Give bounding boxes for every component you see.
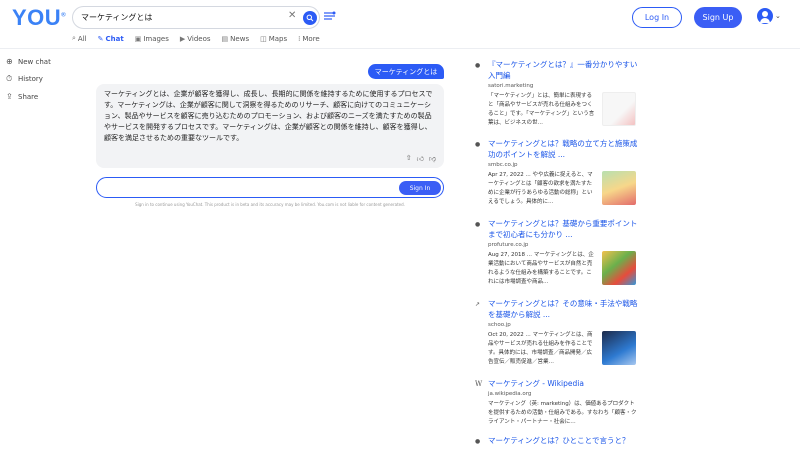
tab-images[interactable]: ▣ Images — [135, 34, 169, 43]
thumbs-down-icon[interactable]: 👎︎ — [429, 154, 436, 163]
tab-chat[interactable]: ✎ Chat — [98, 34, 124, 43]
result-item: ● マーケティングとは？ひとことで言うと？ — [475, 435, 640, 446]
result-title[interactable]: マーケティングとは？基礎から重要ポイントまで初心者にも分かり ... — [488, 218, 640, 240]
chat-icon: ✎ — [97, 34, 104, 43]
tab-more[interactable]: ⁞ More — [298, 34, 320, 43]
search-bar[interactable]: マーケティングとは ✕ — [72, 6, 320, 29]
chat-input[interactable] — [105, 181, 385, 195]
news-icon: ▤ — [221, 34, 229, 43]
result-source[interactable]: schoo.jp — [488, 322, 640, 328]
sidebar-item-new-chat[interactable]: ⊕ New chat — [6, 57, 51, 66]
tab-all[interactable]: ⌕ All — [72, 34, 87, 43]
plus-icon: ⊕ — [6, 57, 13, 66]
map-icon: ◫ — [260, 34, 267, 43]
filter-icon[interactable] — [324, 11, 336, 21]
result-thumbnail[interactable] — [602, 92, 636, 126]
header-divider — [0, 48, 800, 49]
wikipedia-icon: W — [475, 380, 483, 388]
share-icon: ⇪ — [6, 92, 13, 101]
tab-videos[interactable]: ▶ Videos — [180, 34, 211, 43]
result-source[interactable]: ja.wikipedia.org — [488, 391, 640, 397]
search-icon: ⌕ — [72, 34, 76, 42]
you-logo[interactable]: YOU® — [12, 5, 66, 31]
account-menu[interactable]: ⌄ — [757, 8, 781, 24]
sidebar-item-history[interactable]: ⏱ History — [6, 74, 51, 84]
answer-text: マーケティングとは、企業が顧客を獲得し、成長し、長期的に関係を維持するために使用… — [104, 90, 433, 142]
chat-answer: マーケティングとは、企業が顧客を獲得し、成長し、長期的に関係を維持するために使用… — [96, 84, 444, 168]
signup-button[interactable]: Sign Up — [694, 7, 742, 28]
bullet-icon: ● — [475, 141, 481, 148]
result-title[interactable]: マーケティングとは？その意味・手法や戦略を基礎から解説 ... — [488, 298, 640, 320]
bullet-icon: ● — [475, 221, 481, 228]
grid-icon: ⁞ — [298, 34, 301, 43]
avatar-icon — [757, 8, 773, 24]
thumbs-up-icon[interactable]: 👍︎ — [417, 154, 424, 163]
login-button[interactable]: Log In — [632, 7, 682, 28]
clear-icon[interactable]: ✕ — [288, 10, 296, 21]
search-input[interactable]: マーケティングとは — [81, 12, 152, 23]
external-link-icon: ↗ — [475, 301, 481, 308]
result-snippet: 「マーケティング」とは、簡単に表現すると「商品やサービスが売れる仕組みをつくるこ… — [488, 93, 595, 126]
sidebar: ⊕ New chat ⏱ History ⇪ Share — [6, 57, 51, 101]
answer-actions: ⇧ 👍︎ 👎︎ — [406, 154, 436, 163]
sidebar-item-share[interactable]: ⇪ Share — [6, 92, 51, 101]
result-source[interactable]: satori.marketing — [488, 83, 640, 89]
signin-button[interactable]: Sign In — [399, 181, 441, 195]
result-snippet: Oct 20, 2022 ... マーケティングとは、商品やサービスが売れる仕組… — [488, 332, 593, 365]
result-title[interactable]: 『マーケティングとは？』一番分かりやすい入門編 — [488, 59, 640, 81]
result-source[interactable]: profuture.co.jp — [488, 242, 640, 248]
disclaimer-text: Sign in to continue using YouChat. This … — [135, 202, 405, 207]
result-snippet: Aug 27, 2018 ... マーケティングとは、企業活動において商品やサー… — [488, 252, 594, 285]
result-title[interactable]: マーケティングとは？戦略の立て方と施策成功のポイントを解説 ... — [488, 138, 640, 160]
chat-input-box[interactable]: Sign In — [96, 177, 444, 198]
result-thumbnail[interactable] — [602, 251, 636, 285]
bullet-icon: ● — [475, 62, 481, 69]
result-item: ● マーケティングとは？戦略の立て方と施策成功のポイントを解説 ... smbc… — [475, 138, 640, 218]
result-item: ● マーケティングとは？基礎から重要ポイントまで初心者にも分かり ... pro… — [475, 218, 640, 298]
play-icon: ▶ — [179, 34, 186, 43]
user-message: マーケティングとは — [368, 64, 444, 79]
search-results: ● 『マーケティングとは？』一番分かりやすい入門編 satori.marketi… — [475, 59, 640, 446]
result-item: W マーケティング - Wikipedia ja.wikipedia.org マ… — [475, 378, 640, 435]
result-thumbnail[interactable] — [602, 331, 636, 365]
search-tabs: ⌕ All ✎ Chat ▣ Images ▶ Videos ▤ News ◫ Maps ⁞… — [72, 34, 320, 43]
registered-mark: ® — [61, 12, 67, 19]
tab-maps[interactable]: ◫ Maps — [260, 34, 287, 43]
result-title[interactable]: マーケティングとは？ひとことで言うと？ — [488, 435, 640, 446]
search-icon — [306, 14, 314, 22]
result-item: ↗ マーケティングとは？その意味・手法や戦略を基礎から解説 ... schoo.… — [475, 298, 640, 378]
result-source[interactable]: smbc.co.jp — [488, 162, 640, 168]
result-snippet: Apr 27, 2022 ... やや広義に捉えると、マーケティングとは「顧客の… — [488, 172, 593, 205]
image-icon: ▣ — [134, 34, 142, 43]
result-thumbnail[interactable] — [602, 171, 636, 205]
result-item: ● 『マーケティングとは？』一番分かりやすい入門編 satori.marketi… — [475, 59, 640, 138]
chevron-down-icon: ⌄ — [775, 12, 781, 20]
result-title[interactable]: マーケティング - Wikipedia — [488, 378, 640, 389]
search-button[interactable] — [303, 11, 317, 25]
share-icon[interactable]: ⇧ — [406, 154, 412, 163]
tab-news[interactable]: ▤ News — [222, 34, 250, 43]
history-icon: ⏱ — [6, 74, 13, 83]
bullet-icon: ● — [475, 438, 481, 445]
result-snippet: マーケティング（英: marketing）は、価値あるプロダクトを提供するための… — [488, 401, 637, 425]
